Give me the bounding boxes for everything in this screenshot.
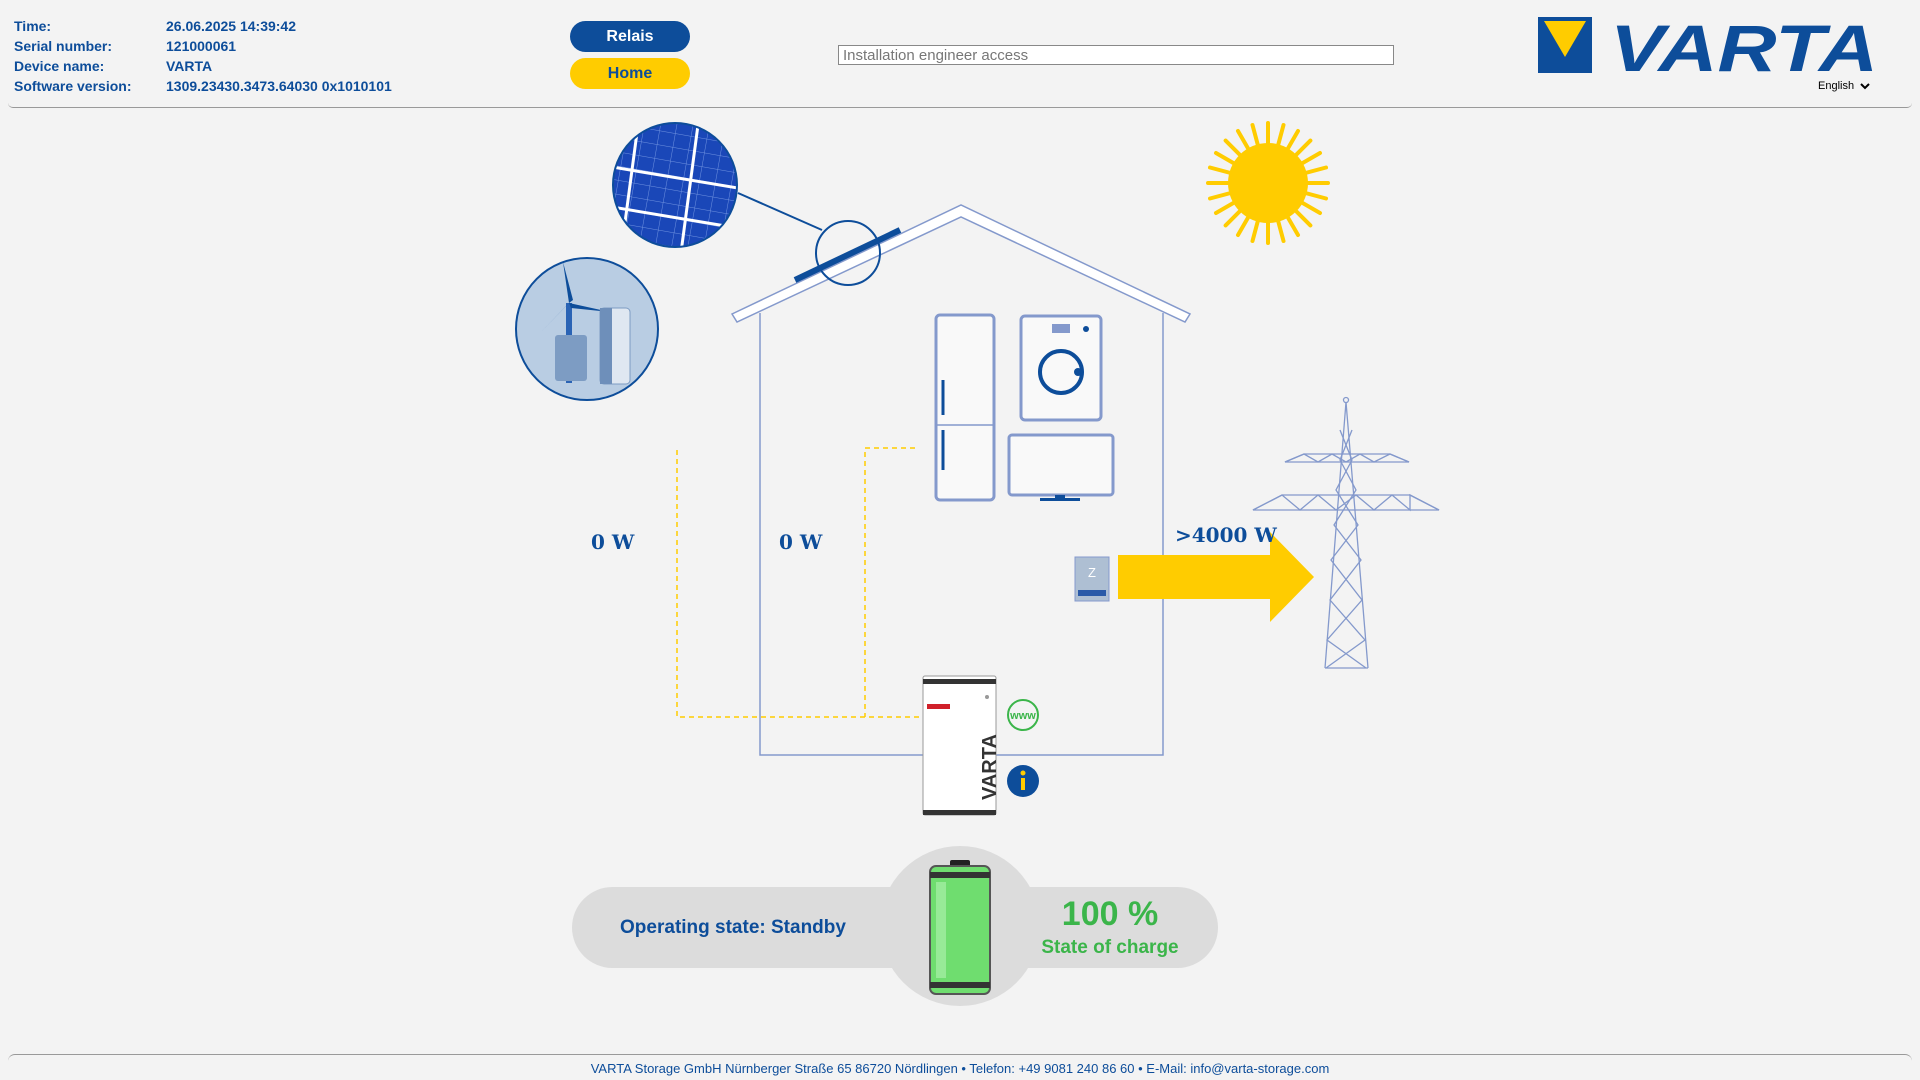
- svg-text:Z: Z: [1088, 565, 1096, 580]
- meter-icon: Z: [1074, 556, 1110, 602]
- svg-text:www: www: [1009, 710, 1036, 722]
- house-power-value: 0 W: [779, 530, 823, 554]
- battery-charge-icon: [929, 860, 991, 995]
- soc-label: State of charge: [1041, 937, 1179, 958]
- footer-divider: [8, 1054, 1912, 1061]
- grid-power-value: >4000 W: [1175, 523, 1277, 547]
- power-tower-icon: [1252, 396, 1440, 669]
- soc-value: 100 %: [1061, 895, 1159, 933]
- wind-turbine-icon: [515, 257, 659, 401]
- info-icon[interactable]: [1007, 765, 1039, 797]
- pv-power-value: 0 W: [591, 530, 635, 554]
- device-brand: VARTA: [979, 734, 1001, 800]
- energy-flow-lines: [676, 447, 925, 718]
- operating-state: Operating state: Standby: [620, 917, 846, 938]
- www-icon: www: [1007, 699, 1039, 731]
- appliances-icon: [934, 313, 1115, 502]
- battery-storage-device: VARTA: [922, 675, 1001, 816]
- sun-icon: [1206, 121, 1330, 245]
- footer-text: VARTA Storage GmbH Nürnberger Straße 65 …: [590, 1061, 1330, 1076]
